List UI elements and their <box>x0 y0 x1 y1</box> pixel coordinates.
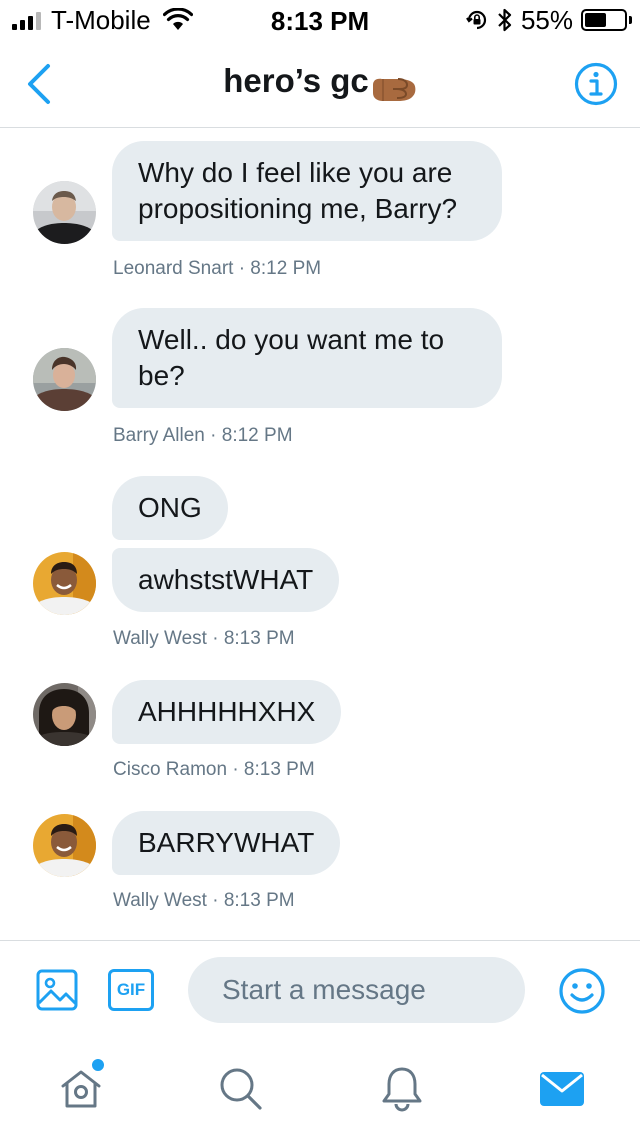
message-composer: GIF <box>0 940 640 1040</box>
avatar[interactable] <box>33 814 96 877</box>
tab-notifications[interactable] <box>378 1064 426 1112</box>
image-icon <box>36 969 78 1011</box>
fist-emoji <box>372 77 416 101</box>
info-icon <box>574 62 618 106</box>
gif-button[interactable]: GIF <box>108 969 154 1011</box>
message-input[interactable] <box>188 957 525 1023</box>
message-bubble[interactable]: ONG <box>112 476 228 540</box>
tab-search[interactable] <box>216 1064 264 1112</box>
status-bar: T-Mobile 8:13 PM 55% <box>0 0 640 40</box>
conversation-header: hero’s gc <box>0 40 640 128</box>
avatar[interactable] <box>33 552 96 615</box>
notifications-icon <box>382 1067 422 1112</box>
tab-bar <box>0 1040 640 1136</box>
avatar-image <box>33 348 96 411</box>
avatar[interactable] <box>33 348 96 411</box>
battery-fill <box>585 13 606 27</box>
battery-percent: 55% <box>520 4 573 35</box>
search-icon <box>220 1068 262 1110</box>
message-meta: Wally West · 8:13 PM <box>113 890 295 911</box>
message-bubble[interactable]: AHHHHHXHX <box>112 680 342 744</box>
message-bubble[interactable]: Well.. do you want me to be? <box>112 308 502 408</box>
message-bubble[interactable]: awhststWHAT <box>112 548 340 612</box>
battery-nub <box>629 16 632 24</box>
conversation-title: hero’s gc <box>223 62 369 99</box>
bluetooth-icon <box>498 8 512 32</box>
avatar-image <box>33 814 96 877</box>
message-meta: Wally West · 8:13 PM <box>113 628 295 649</box>
avatar-image <box>33 552 96 615</box>
message-meta: Cisco Ramon · 8:13 PM <box>113 759 315 780</box>
message-meta: Leonard Snart · 8:12 PM <box>113 258 322 279</box>
emoji-button[interactable] <box>558 967 606 1015</box>
new-content-dot <box>90 1057 106 1073</box>
message-bubble[interactable]: BARRYWHAT <box>112 811 341 875</box>
conversation-title-wrap[interactable]: hero’s gc <box>0 62 640 105</box>
battery-icon <box>581 9 627 31</box>
avatar[interactable] <box>33 181 96 244</box>
message-bubble[interactable]: Why do I feel like you are propositionin… <box>112 141 502 241</box>
message-thread: Why do I feel like you are propositionin… <box>0 128 640 940</box>
avatar-image <box>33 683 96 746</box>
tab-messages[interactable] <box>538 1064 586 1112</box>
info-button[interactable] <box>574 62 618 106</box>
avatar[interactable] <box>33 683 96 746</box>
avatar-image <box>33 181 96 244</box>
messages-icon <box>540 1072 584 1106</box>
emoji-icon <box>559 968 605 1014</box>
add-photo-button[interactable] <box>36 969 78 1011</box>
status-bar-right: 55% <box>465 4 632 35</box>
rotation-lock-icon <box>466 10 487 30</box>
message-meta: Barry Allen · 8:12 PM <box>113 425 293 446</box>
